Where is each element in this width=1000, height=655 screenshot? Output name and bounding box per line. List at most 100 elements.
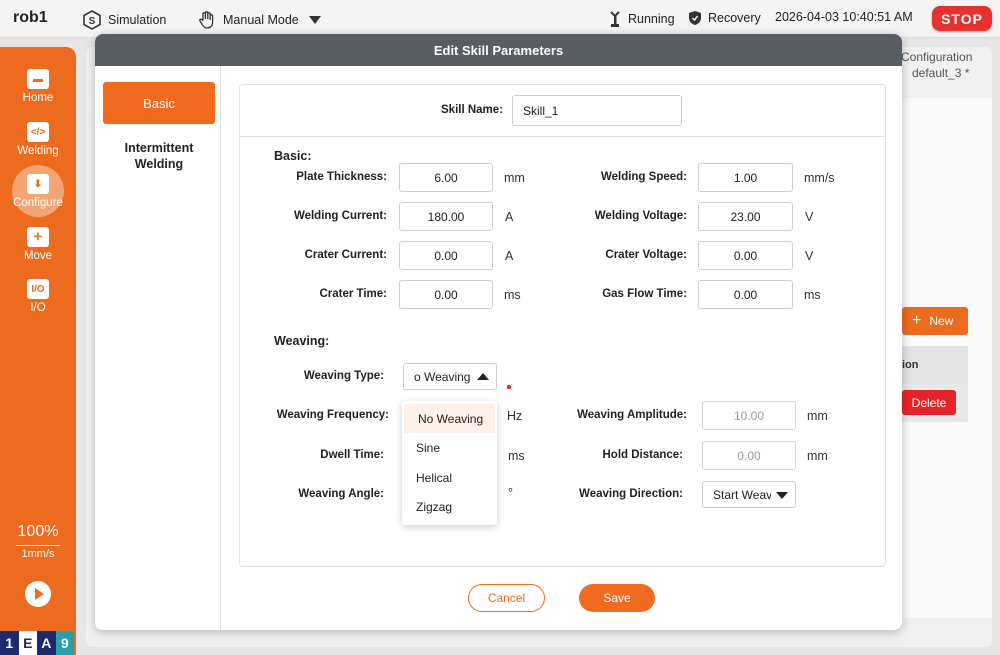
dropdown-option[interactable]: Helical xyxy=(402,463,497,492)
hand-icon xyxy=(199,11,214,29)
dialog-title: Edit Skill Parameters xyxy=(95,34,902,66)
configure-icon: ⬇ xyxy=(27,174,49,194)
new-button[interactable]: + New xyxy=(902,307,968,335)
crater-time-unit: ms xyxy=(504,288,521,302)
sidebar-item-welding[interactable]: </> Welding xyxy=(0,122,76,157)
logo-letter: 9 xyxy=(55,631,74,655)
sidebar-item-move[interactable]: ✛ Move xyxy=(0,227,76,262)
weaving-angle-unit: ° xyxy=(508,486,513,500)
weaving-direction-label: Weaving Direction: xyxy=(579,488,683,500)
tab-intermittent-welding[interactable]: Intermittent Welding xyxy=(103,140,215,172)
play-button[interactable] xyxy=(25,581,51,607)
welding-speed-label: Welding Speed: xyxy=(600,171,687,183)
crater-current-label: Crater Current: xyxy=(304,249,387,261)
speed-divider xyxy=(16,545,60,546)
crater-voltage-label: Crater Voltage: xyxy=(605,249,687,261)
weaving-direction-select[interactable]: Start Weav xyxy=(702,481,796,508)
gas-flow-time-label: Gas Flow Time: xyxy=(602,288,687,300)
sidebar-item-label: I/O xyxy=(30,302,46,314)
plate-thickness-unit: mm xyxy=(504,171,525,185)
weaving-amplitude-unit: mm xyxy=(807,409,828,423)
weaving-type-select[interactable]: o Weaving xyxy=(403,363,497,390)
welding-voltage-label: Welding Voltage: xyxy=(594,210,687,222)
top-bar: rob1 S Simulation Manual Mode Running Re… xyxy=(0,0,1000,38)
manual-mode-select[interactable]: Manual Mode xyxy=(197,10,321,30)
stop-button[interactable]: STOP xyxy=(932,6,992,31)
speed-value: 1mm/s xyxy=(21,548,55,560)
dialog-side-tabs: Basic Intermittent Welding xyxy=(95,66,221,630)
gas-flow-time-unit: ms xyxy=(804,288,821,302)
required-indicator xyxy=(507,385,511,389)
basic-section-title: Basic: xyxy=(274,149,312,163)
plate-thickness-input[interactable]: 6.00 xyxy=(399,163,493,192)
plate-thickness-label: Plate Thickness: xyxy=(296,171,387,183)
simulation-mode[interactable]: S Simulation xyxy=(82,10,166,30)
simulation-label: Simulation xyxy=(108,13,167,27)
sidebar: ▬ Home </> Welding ⬇ Configure ✛ Move I/… xyxy=(0,47,76,655)
cancel-button[interactable]: Cancel xyxy=(468,584,545,612)
move-icon: ✛ xyxy=(27,227,49,247)
simulation-icon: S xyxy=(83,10,101,30)
weaving-amplitude-input[interactable]: 10.00 xyxy=(702,401,796,430)
code-icon: </> xyxy=(27,122,49,142)
gas-flow-time-input[interactable]: 0.00 xyxy=(698,280,793,309)
chevron-down-icon xyxy=(308,16,321,24)
welding-current-label: Welding Current: xyxy=(293,210,387,222)
weaving-section-title: Weaving: xyxy=(274,334,330,348)
home-icon: ▬ xyxy=(27,69,49,89)
weaving-frequency-unit: Hz xyxy=(507,409,523,423)
crater-current-input[interactable]: 0.00 xyxy=(399,241,493,270)
recovery-button[interactable]: Recovery xyxy=(688,10,761,26)
robot-name: rob1 xyxy=(13,9,48,26)
hold-distance-label: Hold Distance: xyxy=(602,449,683,461)
welding-speed-input[interactable]: 1.00 xyxy=(698,163,793,192)
logo: 1 E A 9 xyxy=(0,631,74,655)
logo-letter: 1 xyxy=(0,631,19,655)
sidebar-item-io[interactable]: I/O I/O xyxy=(0,279,76,314)
robot-arm-icon xyxy=(610,11,620,27)
logo-letter: E xyxy=(18,631,37,655)
crater-time-label: Crater Time: xyxy=(319,288,387,300)
crater-voltage-unit: V xyxy=(805,249,814,263)
speed-percent[interactable]: 100% xyxy=(0,523,76,541)
configuration-value: default_3 * xyxy=(912,66,970,80)
weaving-frequency-label: Weaving Frequency: xyxy=(276,409,389,421)
running-status: Running xyxy=(608,10,675,28)
shield-icon xyxy=(689,11,701,25)
table-header: ion xyxy=(902,346,968,384)
save-button[interactable]: Save xyxy=(579,584,655,612)
logo-letter: A xyxy=(37,631,56,655)
hold-distance-unit: mm xyxy=(807,449,828,463)
sidebar-item-label: Welding xyxy=(17,145,59,157)
dwell-time-unit: ms xyxy=(508,449,525,463)
weaving-type-value: o Weaving xyxy=(414,369,471,384)
hold-distance-input[interactable]: 0.00 xyxy=(702,441,796,470)
dwell-time-label: Dwell Time: xyxy=(320,449,384,461)
dropdown-option[interactable]: Sine xyxy=(402,433,497,462)
dropdown-option[interactable]: Zigzag xyxy=(402,492,497,521)
welding-voltage-input[interactable]: 23.00 xyxy=(698,202,793,231)
running-label: Running xyxy=(628,12,675,26)
crater-time-input[interactable]: 0.00 xyxy=(399,280,493,309)
delete-button[interactable]: Delete xyxy=(902,390,956,415)
chevron-up-icon xyxy=(477,373,489,380)
io-icon: I/O xyxy=(27,279,49,299)
welding-current-unit: A xyxy=(505,210,514,224)
manual-mode-label: Manual Mode xyxy=(223,13,299,27)
sidebar-item-home[interactable]: ▬ Home xyxy=(0,69,76,104)
datetime: 2026-04-03 10:40:51 AM xyxy=(775,10,913,24)
welding-speed-unit: mm/s xyxy=(804,171,835,185)
skill-name-label: Skill Name: xyxy=(441,104,503,116)
welding-current-input[interactable]: 180.00 xyxy=(399,202,493,231)
welding-voltage-unit: V xyxy=(805,210,814,224)
sidebar-item-configure[interactable]: ⬇ Configure xyxy=(0,165,76,217)
weaving-direction-value: Start Weav xyxy=(713,487,771,502)
divider xyxy=(240,136,885,137)
sidebar-item-label: Configure xyxy=(13,197,63,209)
dropdown-option[interactable]: No Weaving xyxy=(404,404,495,433)
crater-voltage-input[interactable]: 0.00 xyxy=(698,241,793,270)
crater-current-unit: A xyxy=(505,249,514,263)
skill-name-input[interactable]: Skill_1 xyxy=(512,95,682,126)
new-label: New xyxy=(929,314,954,328)
tab-basic[interactable]: Basic xyxy=(103,82,215,124)
